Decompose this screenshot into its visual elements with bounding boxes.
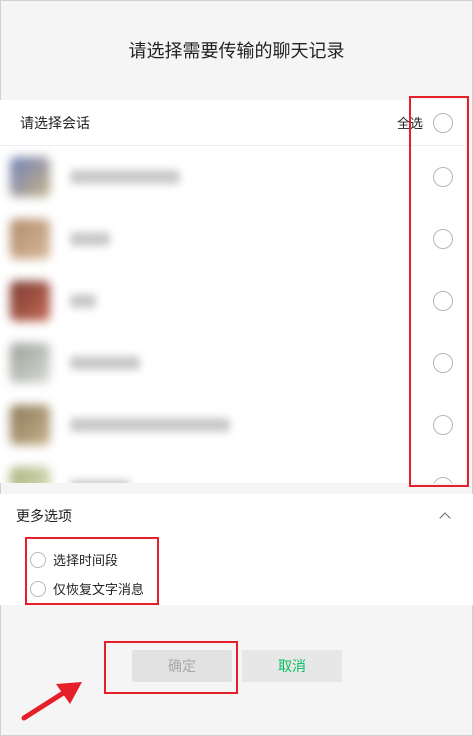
cancel-button[interactable]: 取消 [242, 650, 342, 682]
conversation-row[interactable] [0, 270, 465, 332]
conversation-select-radio[interactable] [433, 229, 453, 249]
conversation-select-radio[interactable] [433, 167, 453, 187]
select-all-radio[interactable] [433, 112, 453, 133]
more-options-panel: 更多选项 选择时间段 仅恢复文字消息 [0, 494, 473, 605]
more-options-label: 更多选项 [16, 509, 72, 525]
option-select-time-range[interactable]: 选择时间段 [30, 550, 118, 569]
conversation-avatar [10, 157, 50, 197]
option-text-only[interactable]: 仅恢复文字消息 [30, 579, 144, 598]
conversation-row[interactable] [0, 394, 465, 456]
conversation-name-blurred [70, 418, 230, 432]
conversation-name-blurred [70, 480, 130, 483]
conversation-list-label: 请选择会话 [20, 115, 90, 132]
text-only-radio[interactable] [30, 580, 46, 597]
chevron-up-icon[interactable] [439, 512, 451, 524]
conversation-avatar [10, 467, 50, 483]
conversation-row[interactable] [0, 146, 465, 208]
conversation-avatar [10, 343, 50, 383]
dialog-title: 请选择需要传输的聊天记录 [128, 41, 345, 62]
time-range-label[interactable]: 选择时间段 [53, 550, 118, 569]
conversation-avatar [10, 219, 50, 259]
conversation-name-blurred [70, 170, 180, 184]
conversation-name-blurred [70, 232, 110, 246]
conversation-list [0, 146, 465, 483]
text-only-label[interactable]: 仅恢复文字消息 [53, 579, 144, 598]
red-arrow-icon [21, 682, 82, 721]
conversation-list-panel[interactable]: 请选择会话 全选 [0, 100, 465, 483]
time-range-radio[interactable] [30, 551, 46, 568]
conversation-list-header: 请选择会话 全选 [0, 100, 465, 146]
conversation-row[interactable] [0, 456, 465, 483]
conversation-row[interactable] [0, 332, 465, 394]
conversation-select-radio[interactable] [433, 477, 453, 483]
conversation-select-radio[interactable] [433, 415, 453, 435]
conversation-name-blurred [70, 294, 96, 308]
conversation-row[interactable] [0, 208, 465, 270]
select-all-control[interactable]: 全选 [397, 112, 453, 133]
select-all-label[interactable]: 全选 [397, 113, 423, 132]
conversation-avatar [10, 405, 50, 445]
conversation-select-radio[interactable] [433, 291, 453, 311]
confirm-button[interactable]: 确定 [132, 650, 232, 682]
more-options-header[interactable]: 更多选项 [0, 494, 473, 538]
conversation-name-blurred [70, 356, 140, 370]
conversation-avatar [10, 281, 50, 321]
conversation-select-radio[interactable] [433, 353, 453, 373]
